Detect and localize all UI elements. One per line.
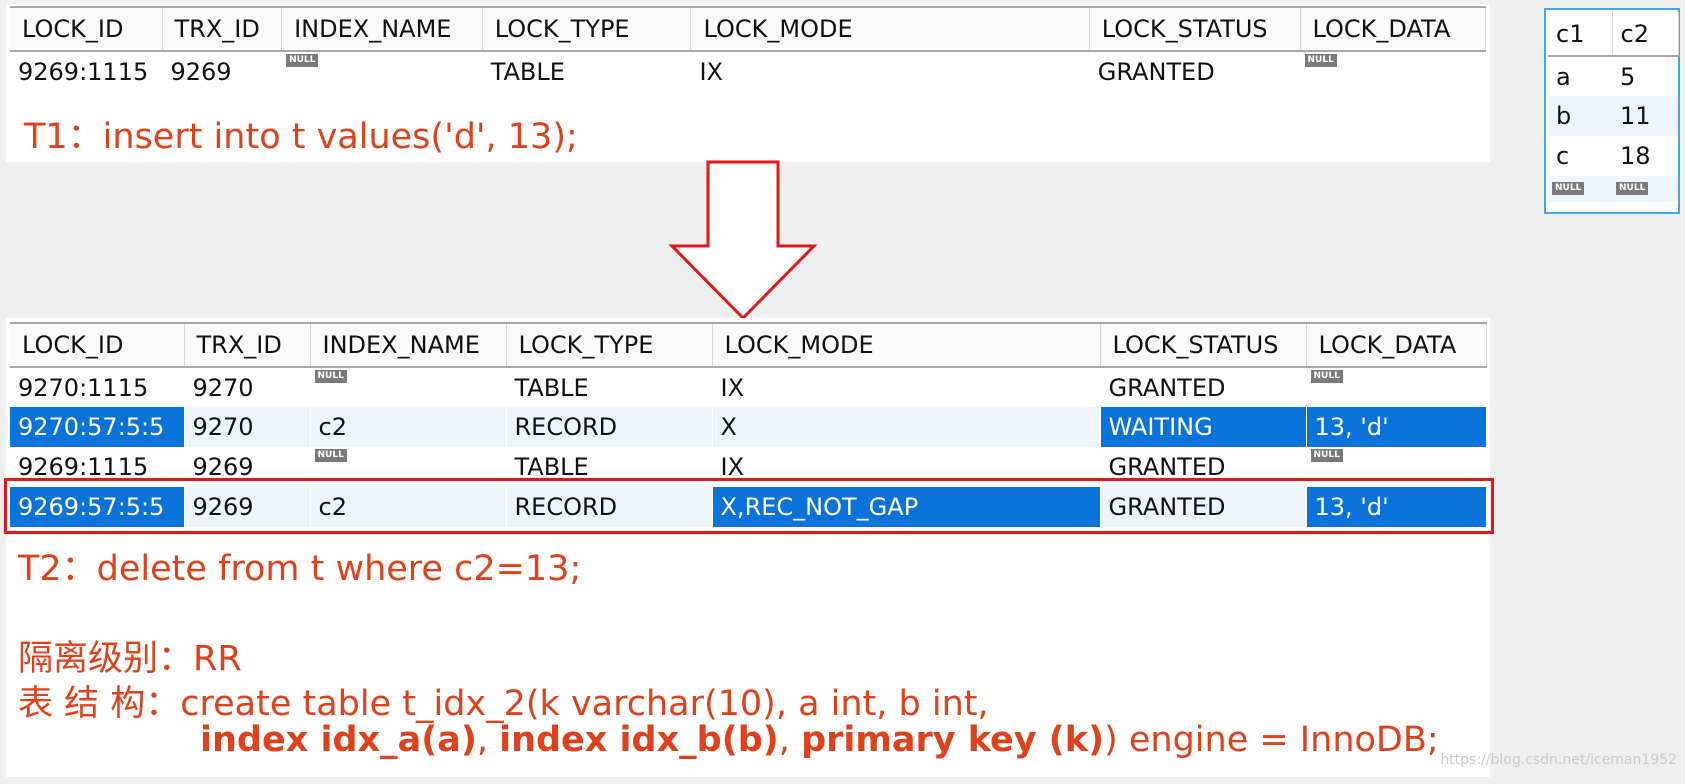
- cell-trx-id[interactable]: 9269: [162, 51, 283, 91]
- cell-lock-type[interactable]: RECORD: [506, 407, 713, 447]
- table-row[interactable]: c 18: [1548, 136, 1678, 176]
- cell-lock-mode[interactable]: X: [712, 407, 1101, 447]
- null-badge: NULL: [1304, 54, 1337, 67]
- col-lock-id[interactable]: LOCK_ID: [10, 322, 185, 368]
- cell-c1[interactable]: b: [1548, 96, 1612, 136]
- table-row[interactable]: a 5: [1548, 56, 1678, 96]
- cell-lock-mode[interactable]: IX: [712, 367, 1101, 407]
- col-lock-mode[interactable]: LOCK_MODE: [690, 6, 1090, 52]
- col-lock-type[interactable]: LOCK_TYPE: [506, 322, 713, 368]
- cell-index-name[interactable]: c2: [310, 407, 507, 447]
- cell-c1[interactable]: a: [1548, 56, 1612, 96]
- null-badge: NULL: [1616, 182, 1649, 195]
- cell-lock-status[interactable]: GRANTED: [1089, 51, 1301, 91]
- t1-caption: T1：insert into t values('d', 13);: [24, 117, 578, 157]
- index-b-def: index idx_b(b): [499, 720, 779, 760]
- null-badge: NULL: [286, 54, 319, 67]
- cell-index-name[interactable]: NULL: [281, 51, 483, 91]
- null-badge: NULL: [1310, 449, 1343, 462]
- cell-index-name[interactable]: NULL: [310, 367, 507, 407]
- new-row[interactable]: NULL NULL: [1548, 176, 1678, 202]
- cell-trx-id[interactable]: 9270: [184, 407, 311, 447]
- table-structure-caption: 表 结 构：create table t_idx_2(k varchar(10)…: [18, 684, 989, 724]
- cell-c1[interactable]: c: [1548, 136, 1612, 176]
- col-c2[interactable]: c2: [1612, 12, 1679, 57]
- cell-lock-id[interactable]: 9270:1115: [10, 367, 185, 407]
- separator: ,: [476, 720, 500, 760]
- primary-key-def: primary key (k): [801, 720, 1105, 760]
- col-lock-id[interactable]: LOCK_ID: [10, 6, 163, 52]
- cell-lock-mode[interactable]: IX: [690, 51, 1090, 91]
- cell-c2[interactable]: 5: [1612, 56, 1678, 96]
- cell-lock-status[interactable]: GRANTED: [1100, 367, 1307, 407]
- down-arrow-icon: [668, 160, 818, 320]
- engine-def: ) engine = InnoDB;: [1104, 720, 1439, 760]
- cell-lock-id[interactable]: 9269:1115: [10, 51, 163, 91]
- col-index-name[interactable]: INDEX_NAME: [281, 6, 483, 52]
- cell-lock-id[interactable]: 9270:57:5:5: [10, 407, 185, 447]
- cell-lock-data[interactable]: NULL: [1306, 367, 1487, 407]
- t2-caption: T2：delete from t where c2=13;: [18, 549, 582, 589]
- cell-lock-type[interactable]: TABLE: [482, 51, 692, 91]
- table-t-grid: c1 c2 a 5 b 11 c 18 NULL NULL: [1548, 12, 1679, 202]
- col-trx-id[interactable]: TRX_ID: [162, 6, 283, 52]
- col-lock-data[interactable]: LOCK_DATA: [1300, 6, 1486, 52]
- null-badge: NULL: [1552, 182, 1585, 195]
- cell-lock-data[interactable]: 13, 'd': [1306, 407, 1487, 447]
- result-panel-t1: LOCK_ID TRX_ID INDEX_NAME LOCK_TYPE LOCK…: [6, 4, 1490, 162]
- table-row[interactable]: b 11: [1548, 96, 1678, 136]
- col-lock-type[interactable]: LOCK_TYPE: [482, 6, 692, 52]
- lock-table-t1: LOCK_ID TRX_ID INDEX_NAME LOCK_TYPE LOCK…: [10, 6, 1486, 91]
- cell-lock-data[interactable]: NULL: [1300, 51, 1486, 91]
- data-table-t: c1 c2 a 5 b 11 c 18 NULL NULL: [1544, 8, 1680, 214]
- col-lock-status[interactable]: LOCK_STATUS: [1089, 6, 1301, 52]
- isolation-level-caption: 隔离级别：RR: [18, 639, 242, 679]
- header-row: LOCK_ID TRX_ID INDEX_NAME LOCK_TYPE LOCK…: [10, 322, 1487, 368]
- col-index-name[interactable]: INDEX_NAME: [310, 322, 507, 368]
- cell-c1[interactable]: NULL: [1548, 176, 1612, 202]
- table-row[interactable]: 9270:57:5:5 9270 c2 RECORD X WAITING 13,…: [10, 407, 1487, 447]
- null-badge: NULL: [314, 449, 347, 462]
- cell-trx-id[interactable]: 9270: [184, 367, 311, 407]
- cell-c2[interactable]: 11: [1612, 96, 1678, 136]
- table-row[interactable]: 9269:1115 9269 NULL TABLE IX GRANTED NUL…: [10, 51, 1486, 91]
- col-lock-mode[interactable]: LOCK_MODE: [712, 322, 1101, 368]
- index-a-def: index idx_a(a): [200, 720, 477, 760]
- highlight-box: [4, 478, 1494, 534]
- null-badge: NULL: [314, 370, 347, 383]
- col-c1[interactable]: c1: [1548, 12, 1613, 57]
- table-row[interactable]: 9270:1115 9270 NULL TABLE IX GRANTED NUL…: [10, 367, 1487, 407]
- col-trx-id[interactable]: TRX_ID: [184, 322, 311, 368]
- col-lock-data[interactable]: LOCK_DATA: [1306, 322, 1487, 368]
- cell-lock-type[interactable]: TABLE: [506, 367, 713, 407]
- watermark: https://blog.csdn.net/iceman1952: [1440, 752, 1677, 768]
- null-badge: NULL: [1310, 370, 1343, 383]
- cell-c2[interactable]: NULL: [1612, 176, 1678, 202]
- header-row: c1 c2: [1548, 12, 1679, 57]
- separator: ,: [778, 720, 802, 760]
- cell-c2[interactable]: 18: [1612, 136, 1678, 176]
- table-structure-indexes: index idx_a(a), index idx_b(b), primary …: [200, 720, 1439, 760]
- header-row: LOCK_ID TRX_ID INDEX_NAME LOCK_TYPE LOCK…: [10, 6, 1486, 52]
- col-lock-status[interactable]: LOCK_STATUS: [1100, 322, 1307, 368]
- cell-lock-status[interactable]: WAITING: [1100, 407, 1307, 447]
